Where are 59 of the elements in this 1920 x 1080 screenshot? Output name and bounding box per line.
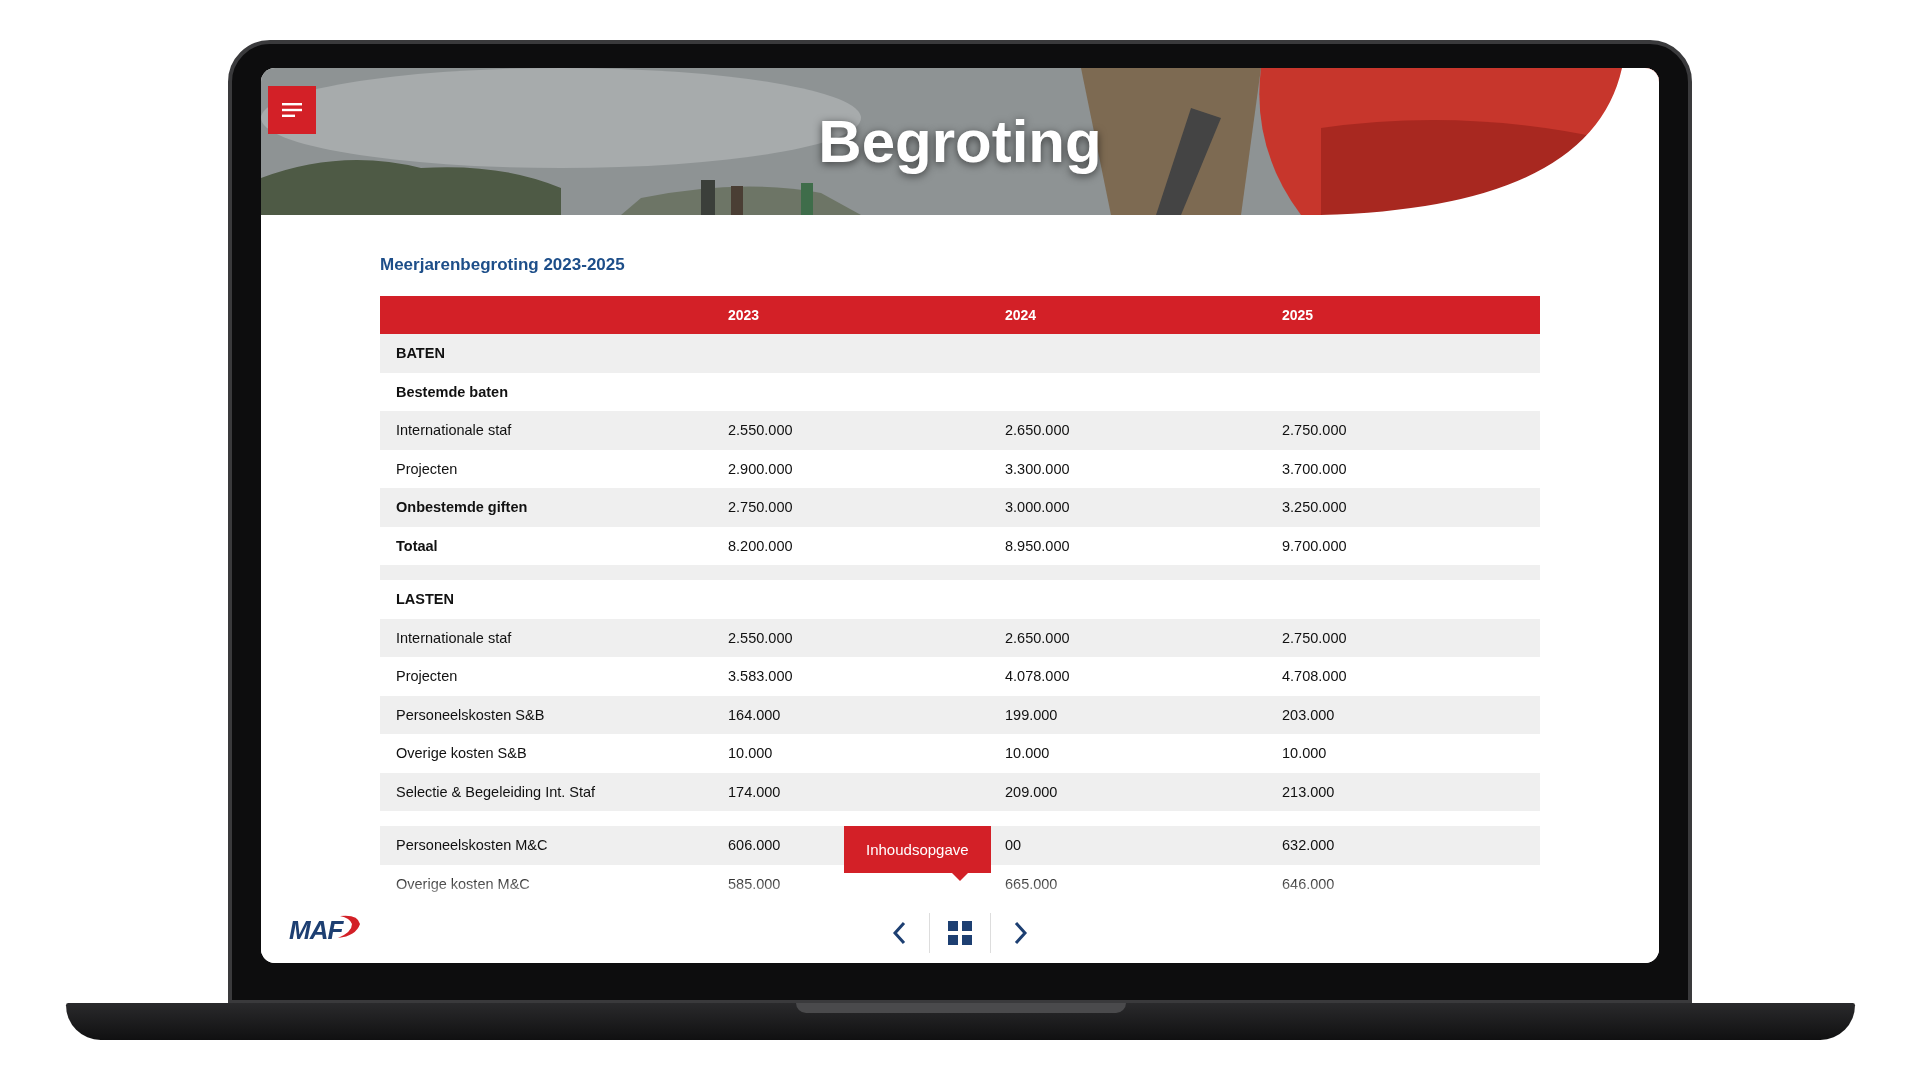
table-cell: 10.000 <box>728 745 773 762</box>
table-cell: 213.000 <box>1282 783 1335 800</box>
table-cell: 2.650.000 <box>1005 422 1070 439</box>
table-cell: 2.750.000 <box>1282 422 1347 439</box>
table-cell: Internationale staf <box>396 629 512 646</box>
table-cell: 00 <box>1005 837 1022 854</box>
grid-icon <box>948 921 972 945</box>
table-cell: Overige kosten M&C <box>396 875 530 892</box>
table-cell: 203.000 <box>1282 706 1335 723</box>
table-cell: Onbestemde giften <box>396 499 528 516</box>
table-cell: Internationale staf <box>396 422 512 439</box>
table-cell: 2.750.000 <box>728 499 793 516</box>
table-cell: Personeelskosten S&B <box>396 706 545 723</box>
table-cell: 585.000 <box>728 875 781 892</box>
table-cell: 3.700.000 <box>1282 460 1347 477</box>
page-title: Begroting <box>818 112 1102 172</box>
table-cell: Selectie & Begeleiding Int. Staf <box>396 783 596 800</box>
table-cell: Projecten <box>396 668 458 685</box>
table-cell: 665.000 <box>1005 875 1058 892</box>
column-header: 2025 <box>1282 307 1314 323</box>
table-cell: 2.750.000 <box>1282 629 1347 646</box>
table-cell: 199.000 <box>1005 706 1058 723</box>
table-cell: BATEN <box>396 345 445 362</box>
table-cell: 3.250.000 <box>1282 499 1347 516</box>
table-cell: 164.000 <box>728 706 781 723</box>
table-cell: Bestemde baten <box>396 383 508 400</box>
chevron-left-icon <box>892 921 906 945</box>
table-cell: 8.200.000 <box>728 537 793 554</box>
tooltip-pointer <box>952 873 968 881</box>
menu-icon <box>282 103 302 117</box>
table-cell: 2.900.000 <box>728 460 793 477</box>
column-header: 2023 <box>728 307 760 323</box>
table-cell: 632.000 <box>1282 837 1335 854</box>
table-cell: 646.000 <box>1282 875 1335 892</box>
table-cell: 3.300.000 <box>1005 460 1070 477</box>
table-cell: Totaal <box>396 537 438 554</box>
table-cell: 2.550.000 <box>728 422 793 439</box>
table-cell: 3.583.000 <box>728 668 793 685</box>
table-cell: 2.550.000 <box>728 629 793 646</box>
table-cell: 4.078.000 <box>1005 668 1070 685</box>
table-cell: 174.000 <box>728 783 781 800</box>
table-cell: 606.000 <box>728 837 781 854</box>
table-cell: 10.000 <box>1282 745 1327 762</box>
table-cell: 209.000 <box>1005 783 1058 800</box>
table-cell: 2.650.000 <box>1005 629 1070 646</box>
table-cell: 9.700.000 <box>1282 537 1347 554</box>
table-cell: Overige kosten S&B <box>396 745 527 762</box>
table-cell: 8.950.000 <box>1005 537 1070 554</box>
table-cell: 3.000.000 <box>1005 499 1070 516</box>
section-title: Meerjarenbegroting 2023-2025 <box>380 255 626 275</box>
table-cell: 4.708.000 <box>1282 668 1347 685</box>
table-cell: LASTEN <box>396 591 454 608</box>
table-cell: Projecten <box>396 460 458 477</box>
table-cell: 10.000 <box>1005 745 1050 762</box>
column-header: 2024 <box>1005 307 1037 323</box>
logo-text: MAF <box>289 915 343 946</box>
chevron-right-icon <box>1014 921 1028 945</box>
menu-button[interactable] <box>268 86 316 134</box>
table-cell: Personeelskosten M&C <box>396 837 548 854</box>
